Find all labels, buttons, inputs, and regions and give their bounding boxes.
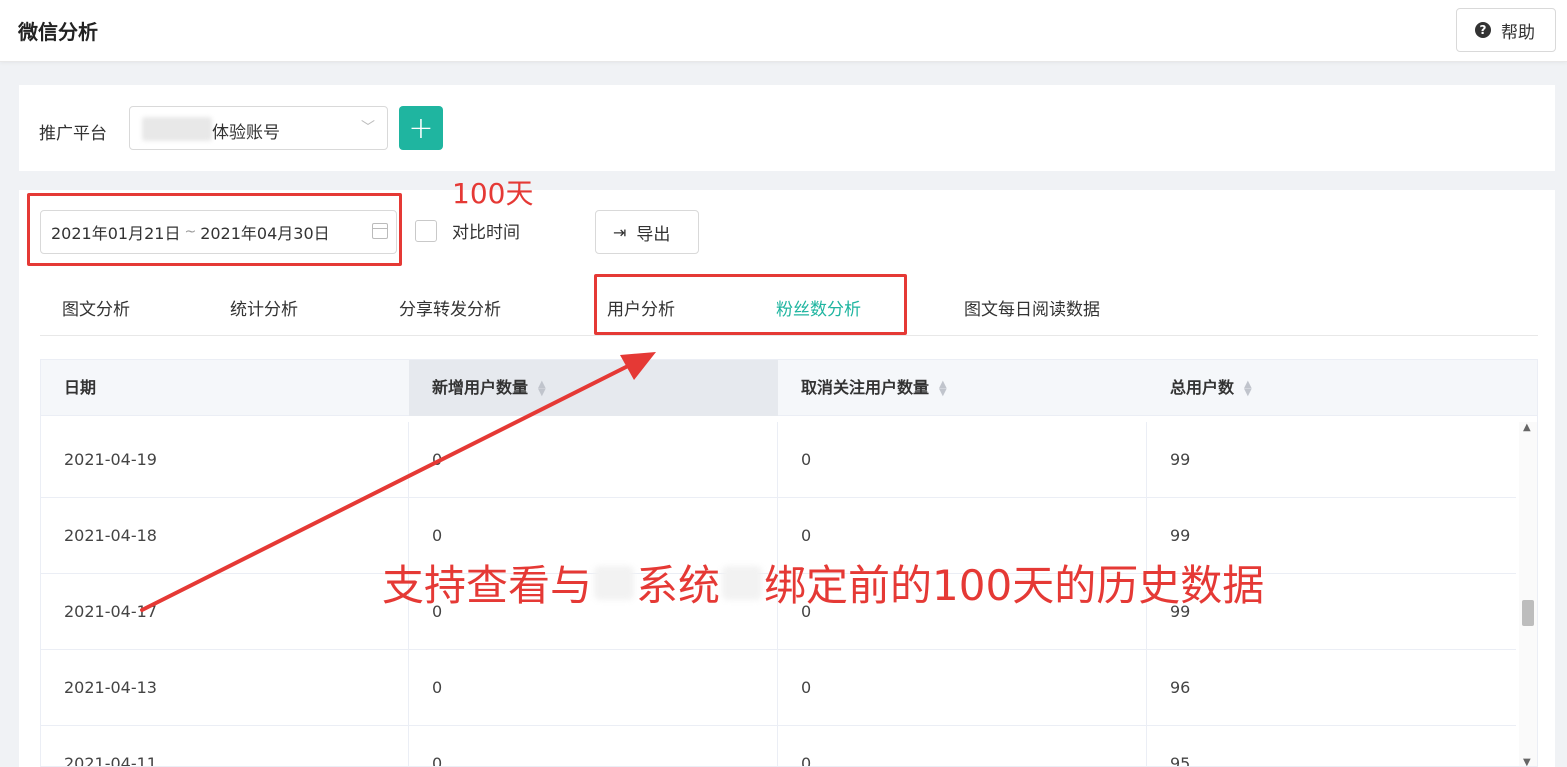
sort-icon[interactable]: ▲ ▼ — [939, 379, 947, 397]
cell-new-users: 0 — [409, 726, 778, 766]
cell-total-users: 96 — [1170, 678, 1191, 697]
compare-time-checkbox[interactable] — [415, 219, 437, 242]
column-header-unfollow-users[interactable]: 取消关注用户数量 ▲ ▼ — [778, 360, 1147, 416]
top-bar: 微信分析 ? 帮助 — [0, 0, 1567, 62]
caption-part2: 系统 — [636, 561, 721, 610]
cell-new-users: 0 — [409, 422, 778, 498]
platform-selected-value: 体验账号 — [212, 123, 280, 143]
days-annotation: 100天 — [452, 177, 534, 210]
scroll-up-icon[interactable]: ▲ — [1523, 422, 1531, 433]
cell-new-users: 0 — [409, 650, 778, 726]
platform-select[interactable]: 体验账号 ﹀ — [129, 106, 388, 150]
column-header-new-users[interactable]: 新增用户数量 ▲ ▼ — [409, 360, 778, 416]
cell-date: 2021-04-18 — [41, 498, 409, 574]
help-button[interactable]: ? 帮助 — [1456, 8, 1556, 52]
platform-card: 推广平台 体验账号 ﹀ + — [19, 85, 1555, 171]
redacted-brand-mask — [722, 565, 763, 600]
date-range-highlight-box — [27, 193, 402, 266]
scroll-thumb[interactable] — [1522, 600, 1534, 626]
table-scrollbar[interactable]: ▲ ▼ — [1519, 422, 1537, 766]
cell-unfollow-users: 0 — [778, 422, 1147, 498]
cell-date: 2021-04-13 — [41, 650, 409, 726]
help-label: 帮助 — [1501, 22, 1535, 43]
page-title: 微信分析 — [18, 20, 98, 44]
platform-label: 推广平台 — [39, 124, 107, 144]
column-header-date: 日期 — [64, 378, 97, 397]
table-header: 日期 新增用户数量 ▲ ▼ 取消关注用户数量 ▲ ▼ 总用户数 ▲ ▼ — [41, 360, 1537, 416]
cell-unfollow-users: 0 — [778, 650, 1147, 726]
sort-icon[interactable]: ▲ ▼ — [538, 379, 546, 397]
tabs-highlight-box — [594, 274, 907, 335]
history-caption: 支持查看与 系统 绑定前的100天的历史数据 — [382, 552, 1264, 613]
tab-stats-analysis[interactable]: 统计分析 — [230, 295, 298, 320]
cell-date: 2021-04-17 — [41, 574, 409, 650]
table-row: 2021-04-19 0 0 99 — [41, 422, 1516, 498]
cell-date: 2021-04-11 — [41, 726, 409, 766]
export-label: 导出 — [636, 224, 671, 245]
cell-unfollow-users: 0 — [778, 726, 1147, 766]
cell-total-users: 99 — [1170, 450, 1191, 469]
tab-share-analysis[interactable]: 分享转发分析 — [399, 295, 501, 320]
redacted-account-name — [142, 117, 212, 141]
compare-time-option[interactable]: 对比时间 — [415, 218, 520, 243]
caption-part1: 支持查看与 — [382, 561, 593, 610]
add-platform-button[interactable]: + — [399, 106, 443, 150]
table-row: 2021-04-11 0 0 95 — [41, 726, 1516, 767]
column-header-total-users[interactable]: 总用户数 ▲ ▼ — [1147, 360, 1516, 416]
cell-date: 2021-04-19 — [41, 422, 409, 498]
compare-time-label: 对比时间 — [452, 223, 520, 243]
scroll-down-icon[interactable]: ▼ — [1523, 757, 1531, 766]
chevron-down-icon: ﹀ — [361, 120, 375, 136]
table-row: 2021-04-13 0 0 96 — [41, 650, 1516, 726]
sort-icon[interactable]: ▲ ▼ — [1244, 379, 1252, 397]
tab-article-analysis[interactable]: 图文分析 — [62, 295, 130, 320]
question-circle-icon: ? — [1475, 22, 1491, 38]
cell-total-users: 95 — [1170, 754, 1191, 767]
caption-part3: 绑定前的100天的历史数据 — [764, 561, 1265, 610]
export-button[interactable]: ⇥ 导出 — [595, 210, 699, 254]
export-icon: ⇥ — [613, 222, 627, 242]
redacted-brand-mask — [594, 565, 635, 600]
tab-daily-reading[interactable]: 图文每日阅读数据 — [964, 295, 1100, 320]
